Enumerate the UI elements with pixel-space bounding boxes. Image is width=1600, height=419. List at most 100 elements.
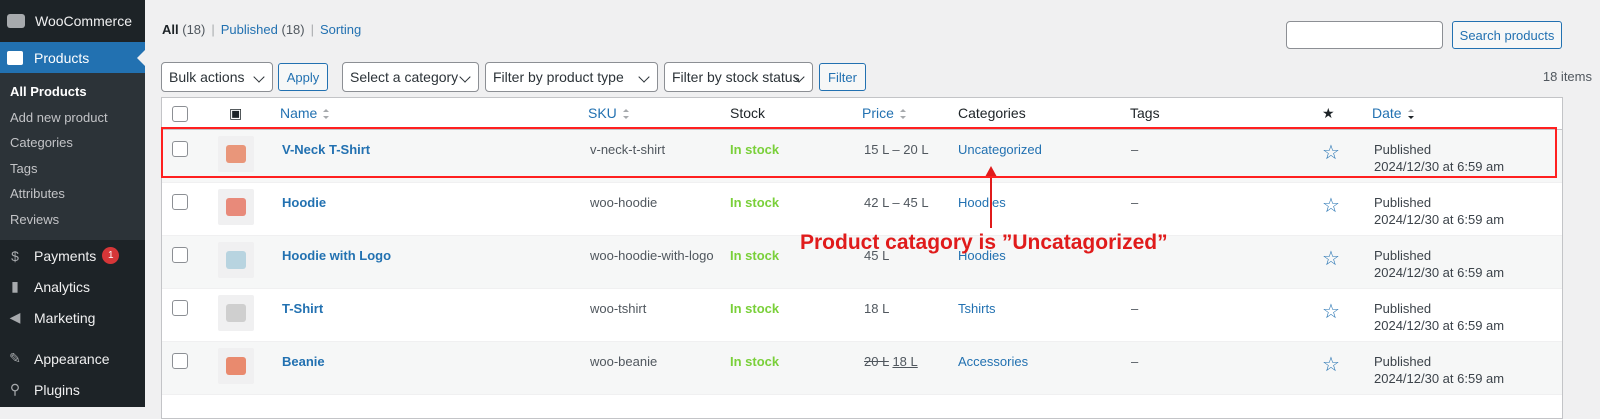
product-price: 42 L – 45 L — [864, 195, 929, 210]
sidebar-item-woocommerce[interactable]: WooCommerce — [0, 0, 145, 42]
row-checkbox[interactable] — [172, 300, 188, 316]
sidebar-item-products[interactable]: Products — [0, 42, 145, 73]
row-checkbox[interactable] — [172, 353, 188, 369]
analytics-icon: ▮ — [11, 278, 19, 294]
submenu-tags[interactable]: Tags — [0, 156, 145, 182]
product-thumbnail[interactable] — [218, 348, 254, 384]
submenu-attributes[interactable]: Attributes — [0, 181, 145, 207]
payments-icon: $ — [11, 247, 19, 264]
product-type-select[interactable]: Filter by product type — [485, 62, 658, 92]
product-sku: woo-hoodie-with-logo — [590, 248, 714, 263]
search-products-button[interactable]: Search products — [1452, 21, 1562, 49]
featured-star-icon: ★ — [1322, 105, 1335, 121]
select-all-checkbox[interactable] — [172, 106, 188, 122]
column-date[interactable]: Date — [1372, 98, 1415, 129]
view-all[interactable]: All (18) — [162, 22, 205, 37]
product-category-link[interactable]: Tshirts — [958, 301, 996, 316]
view-sorting[interactable]: Sorting — [320, 22, 361, 37]
sidebar-item-label: Payments — [34, 247, 97, 264]
table-row: Beanie woo-beanie In stock 20 L 18 L Accesso… — [162, 342, 1562, 395]
table-row: T-Shirt woo-tshirt In stock 18 L Tshirts – ☆ Pu… — [162, 289, 1562, 342]
products-submenu: All Products Add new product Categories … — [0, 73, 145, 240]
sidebar-item-label: Plugins — [34, 381, 80, 398]
row-checkbox[interactable] — [172, 194, 188, 210]
product-tags: – — [1131, 301, 1139, 316]
product-thumbnail[interactable] — [218, 189, 254, 225]
sidebar-item-plugins[interactable]: ⚲ Plugins — [0, 374, 145, 405]
payments-badge: 1 — [102, 247, 120, 264]
sort-icon — [323, 109, 330, 120]
product-name-link[interactable]: Beanie — [282, 354, 325, 369]
view-published[interactable]: Published — [221, 22, 278, 37]
product-name-link[interactable]: Hoodie with Logo — [282, 248, 391, 263]
status-views: All (18) | Published (18) | Sorting — [162, 22, 362, 37]
product-name-link[interactable]: T-Shirt — [282, 301, 323, 316]
sort-icon — [622, 109, 630, 120]
sidebar-item-payments[interactable]: $ Payments 1 — [0, 240, 145, 271]
column-name[interactable]: Name — [280, 98, 330, 129]
table-header: ▣ Name SKU Stock Price Categories Tags ★… — [162, 98, 1562, 130]
chevron-down-icon — [253, 71, 265, 83]
column-sku[interactable]: SKU — [588, 98, 630, 129]
sidebar-item-label: WooCommerce — [35, 13, 132, 29]
woocommerce-icon — [7, 14, 25, 28]
product-image — [226, 251, 246, 269]
submenu-all-products[interactable]: All Products — [0, 79, 145, 105]
row-checkbox[interactable] — [172, 247, 188, 263]
submenu-categories[interactable]: Categories — [0, 130, 145, 156]
megaphone-icon: ◀ — [9, 309, 21, 325]
product-image — [226, 357, 246, 375]
sidebar-item-label: Appearance — [34, 350, 110, 367]
stock-status: In stock — [730, 354, 780, 369]
product-name-link[interactable]: Hoodie — [282, 195, 326, 210]
product-date: Published 2024/12/30 at 6:59 am — [1374, 195, 1505, 227]
product-image — [226, 198, 246, 216]
product-tags: – — [1131, 195, 1139, 210]
products-icon — [7, 50, 23, 65]
apply-button[interactable]: Apply — [278, 63, 328, 91]
image-column-icon: ▣ — [229, 105, 243, 121]
stock-status: In stock — [730, 248, 780, 263]
column-price[interactable]: Price — [862, 98, 907, 129]
sidebar-item-label: Analytics — [34, 278, 91, 295]
product-tags: – — [1131, 354, 1139, 369]
product-category-link[interactable]: Hoodies — [958, 195, 1006, 210]
annotation-text: Product catagory is ”Uncatagorized” — [800, 231, 1168, 254]
column-stock: Stock — [730, 105, 766, 121]
bulk-actions-select[interactable]: Bulk actions — [161, 62, 273, 92]
submenu-reviews[interactable]: Reviews — [0, 207, 145, 233]
featured-star-icon[interactable]: ☆ — [1322, 193, 1340, 218]
sale-price: 18 L — [892, 354, 918, 369]
product-category-link[interactable]: Accessories — [958, 354, 1028, 369]
submenu-add-new-product[interactable]: Add new product — [0, 105, 145, 131]
product-image — [226, 304, 246, 322]
sidebar-item-label: Products — [34, 49, 90, 66]
column-tags: Tags — [1130, 105, 1160, 121]
product-date: Published 2024/12/30 at 6:59 am — [1374, 354, 1505, 386]
featured-star-icon[interactable]: ☆ — [1322, 246, 1340, 271]
items-count: 18 items — [1542, 69, 1592, 84]
plugin-icon: ⚲ — [9, 381, 21, 397]
brush-icon: ✎ — [9, 350, 21, 366]
sidebar-item-label: Marketing — [34, 309, 96, 326]
sidebar-item-appearance[interactable]: ✎ Appearance — [0, 343, 145, 374]
stock-status: In stock — [730, 301, 780, 316]
chevron-down-icon — [459, 71, 471, 83]
product-sku: woo-tshirt — [590, 301, 647, 316]
product-thumbnail[interactable] — [218, 242, 254, 278]
chevron-down-icon — [638, 71, 650, 83]
regular-price: 20 L — [864, 354, 889, 369]
stock-status-select[interactable]: Filter by stock status — [664, 62, 813, 92]
product-thumbnail[interactable] — [218, 295, 254, 331]
featured-star-icon[interactable]: ☆ — [1322, 299, 1340, 324]
featured-star-icon[interactable]: ☆ — [1322, 352, 1340, 377]
sidebar-item-marketing[interactable]: ◀ Marketing — [0, 302, 145, 333]
filter-button[interactable]: Filter — [819, 63, 866, 91]
product-date: Published 2024/12/30 at 6:59 am — [1374, 248, 1505, 280]
sidebar-item-analytics[interactable]: ▮ Analytics — [0, 271, 145, 302]
search-input[interactable] — [1286, 21, 1443, 49]
annotation-highlight-box — [161, 127, 1557, 178]
sort-desc-icon — [1407, 109, 1415, 120]
product-date: Published 2024/12/30 at 6:59 am — [1374, 301, 1505, 333]
category-select[interactable]: Select a category — [342, 62, 479, 92]
